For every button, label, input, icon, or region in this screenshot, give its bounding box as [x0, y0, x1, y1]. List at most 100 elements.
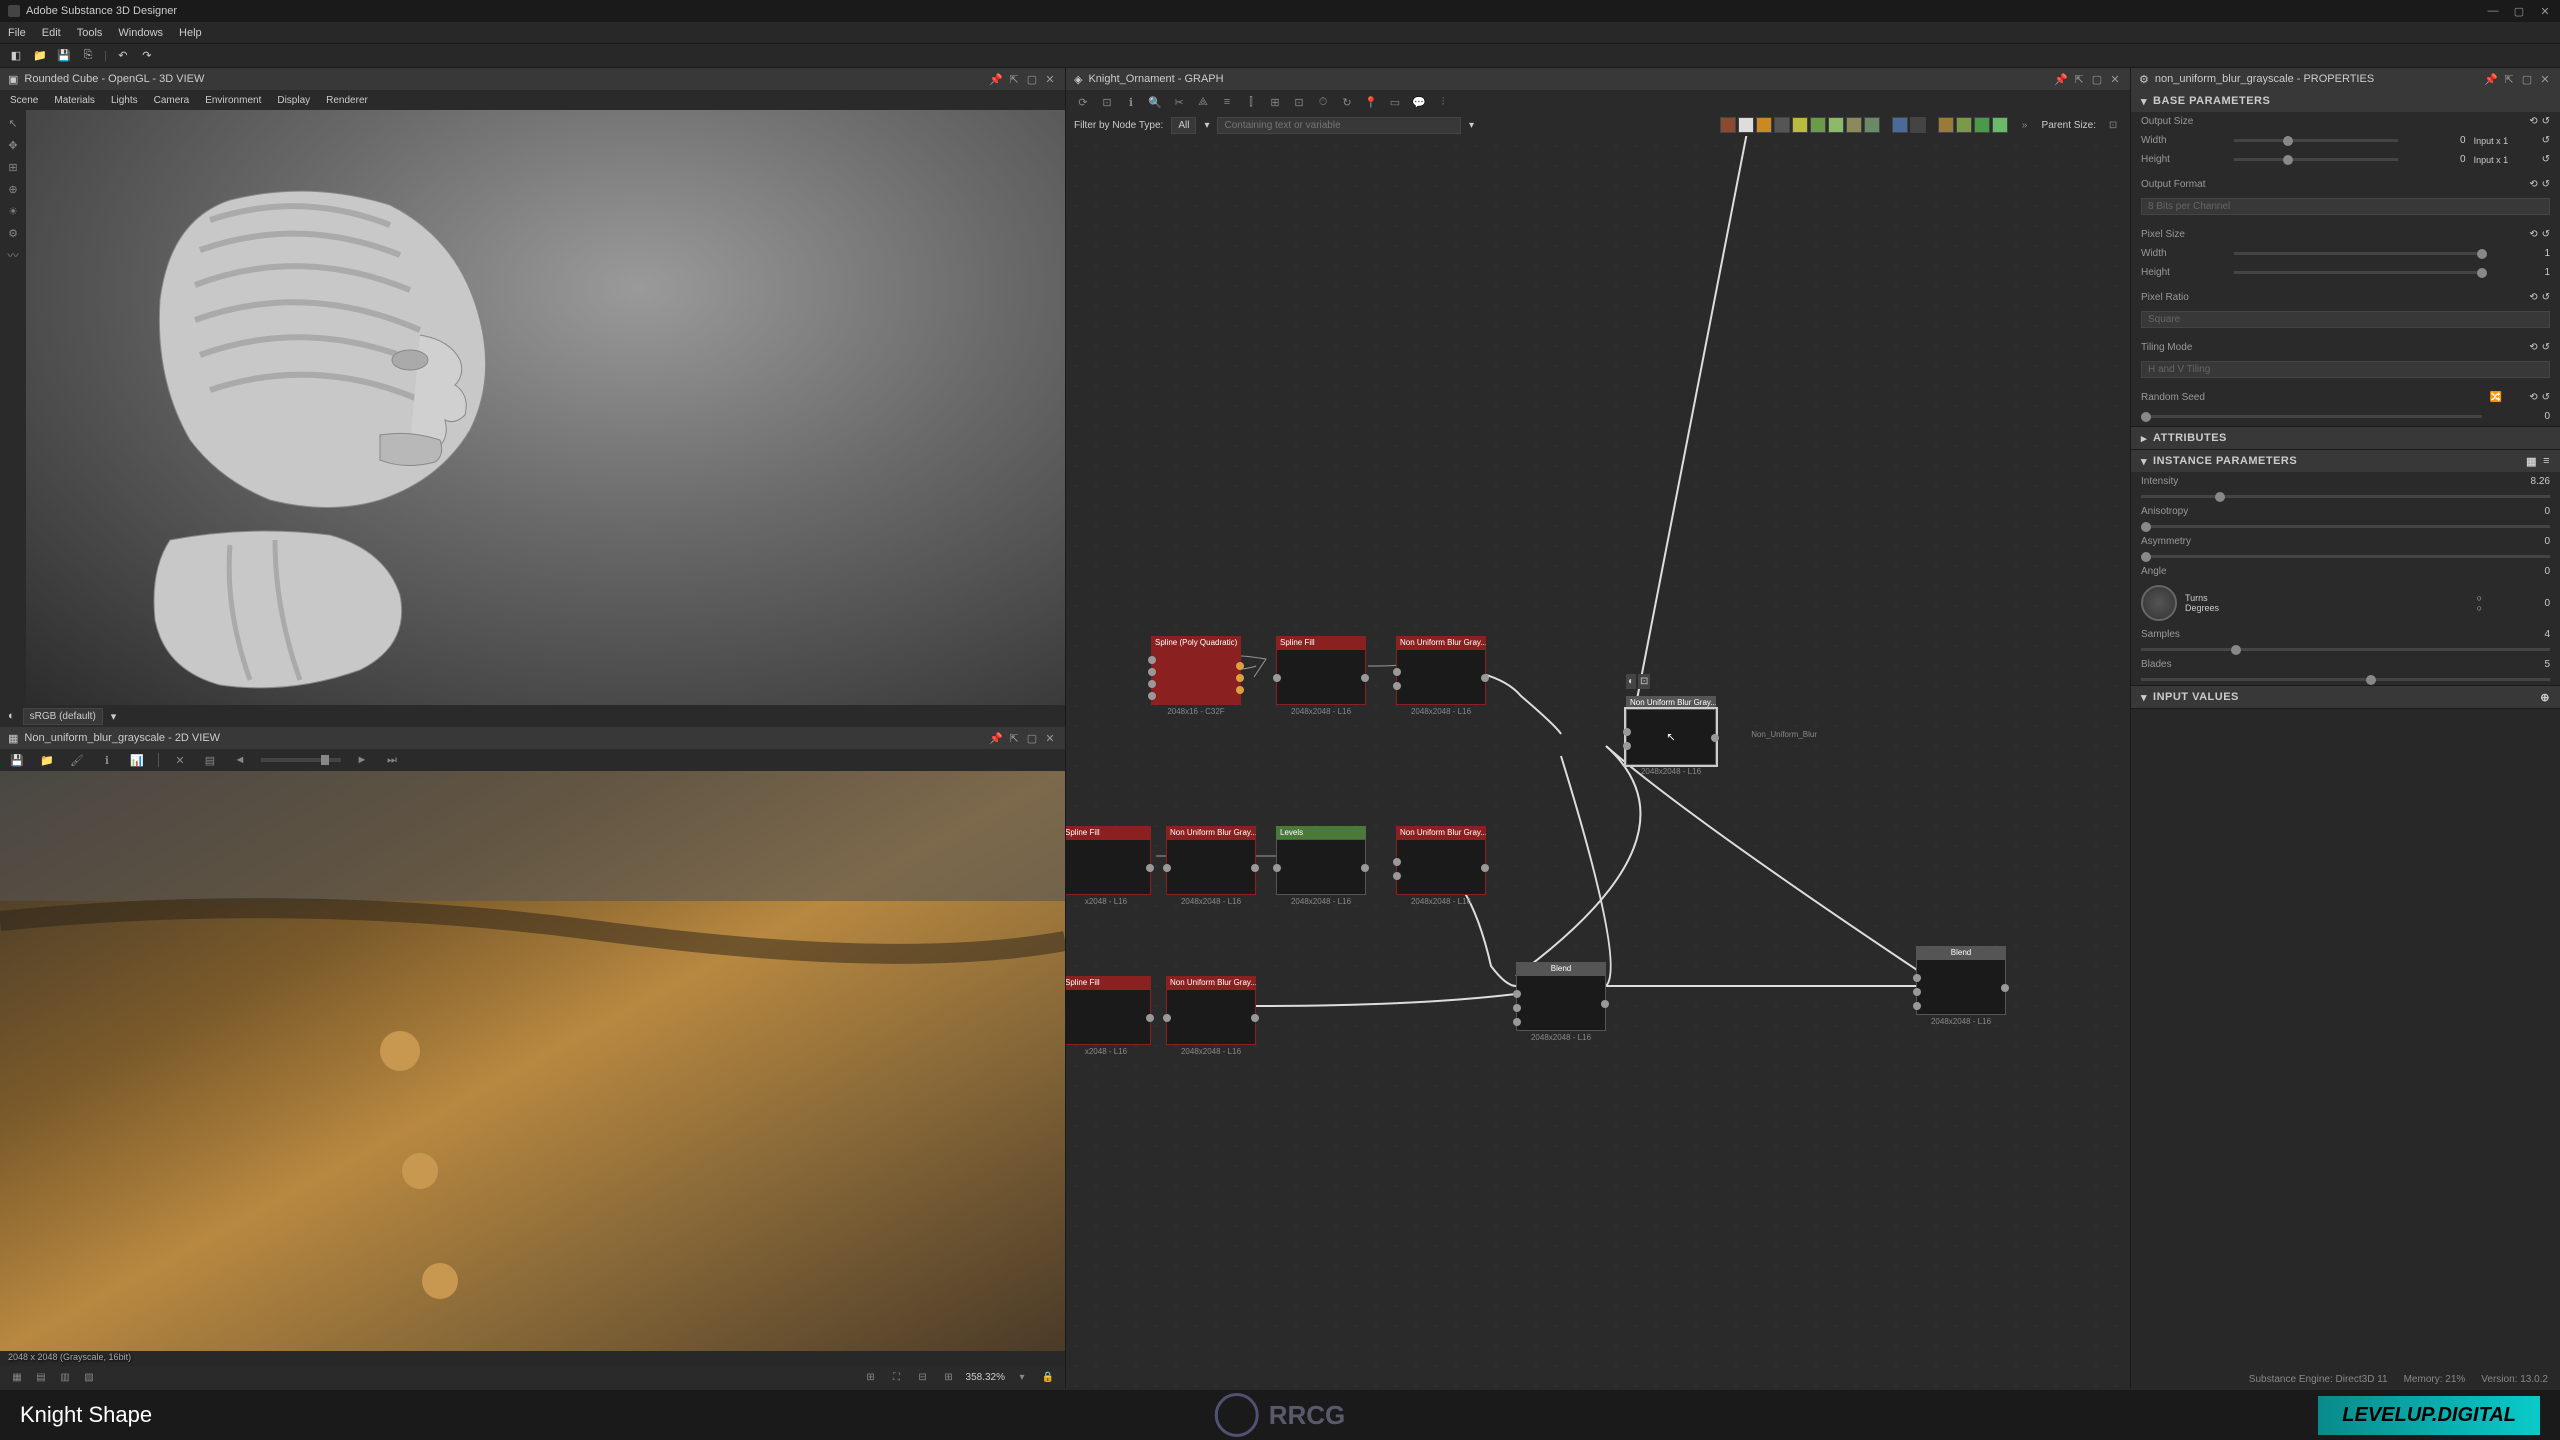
mode-color-3[interactable]	[1756, 117, 1772, 133]
reset-icon[interactable]: ↺	[2542, 292, 2550, 303]
grid-icon[interactable]: ⊞	[1266, 93, 1284, 111]
expand-icon[interactable]: ⇱	[1007, 72, 1021, 86]
grid-icon[interactable]: ⊞	[4, 158, 22, 176]
mode-color-15[interactable]	[1992, 117, 2008, 133]
mode-color-4[interactable]	[1774, 117, 1790, 133]
node-action-icon-1[interactable]: ◐	[1626, 674, 1636, 689]
save-all-icon[interactable]: ⎘	[80, 48, 96, 64]
width-slider[interactable]	[2234, 139, 2398, 142]
mode-color-14[interactable]	[1974, 117, 1990, 133]
close-small-icon[interactable]: ✕	[171, 751, 189, 769]
submenu-lights[interactable]: Lights	[111, 95, 138, 106]
reset-icon[interactable]: ↺	[2542, 116, 2550, 127]
cut-icon[interactable]: ✂	[1170, 93, 1188, 111]
zoom-out-icon[interactable]: ⊟	[914, 1368, 932, 1386]
layer-icon-2[interactable]: ▤	[32, 1368, 50, 1386]
base-params-header[interactable]: ▾ BASE PARAMETERS	[2131, 90, 2560, 112]
channel-icon[interactable]: ▤	[201, 751, 219, 769]
link-icon[interactable]: ⟲	[2529, 179, 2537, 190]
close-icon[interactable]: ✕	[1043, 731, 1057, 745]
input-values-header[interactable]: ▾ INPUT VALUES ⊕	[2131, 686, 2560, 708]
fit-icon[interactable]: ⛶	[888, 1368, 906, 1386]
samples-slider[interactable]	[2141, 648, 2550, 651]
link-icon[interactable]: ↺	[2542, 154, 2550, 165]
menu-windows[interactable]: Windows	[118, 27, 163, 39]
gizmo-icon[interactable]: ✥	[4, 136, 22, 154]
next-icon[interactable]: ►	[353, 751, 371, 769]
maximize-icon[interactable]: ▢	[1025, 731, 1039, 745]
node-levels[interactable]: Levels 2048x2048 - L16	[1276, 826, 1366, 906]
light-icon[interactable]: ☀	[4, 202, 22, 220]
exposure-slider[interactable]	[261, 758, 341, 762]
end-icon[interactable]: ⏭	[383, 751, 401, 769]
link-icon[interactable]: ⟲	[2529, 392, 2537, 403]
more-icon[interactable]: »	[2016, 116, 2034, 134]
mode-color-8[interactable]	[1846, 117, 1862, 133]
node-nonuniform-blur-1[interactable]: Non Uniform Blur Gray... 2048x2048 - L16	[1396, 636, 1486, 716]
node-nonuniform-blur-2[interactable]: Non Uniform Blur Gray... 2048x2048 - L16	[1166, 826, 1256, 906]
height-slider[interactable]	[2234, 158, 2398, 161]
close-icon[interactable]: ✕	[2108, 72, 2122, 86]
new-icon[interactable]: ◧	[8, 48, 24, 64]
node-spline-fill-3[interactable]: Spline Fill x2048 - L16	[1066, 976, 1151, 1056]
shuffle-icon[interactable]: 🔀	[2490, 392, 2502, 403]
list-icon[interactable]: ≡	[2543, 455, 2550, 467]
tiling-mode-select[interactable]: H and V Tiling	[2141, 361, 2550, 378]
node-blend-2[interactable]: Blend 2048x2048 - L16	[1916, 946, 2006, 1026]
submenu-scene[interactable]: Scene	[10, 95, 38, 106]
lock-icon[interactable]: 🔒	[1039, 1368, 1057, 1386]
settings-icon[interactable]: ⚙	[4, 224, 22, 242]
menu-file[interactable]: File	[8, 27, 26, 39]
window-close-icon[interactable]: ✕	[2538, 4, 2552, 18]
node-spline-fill-2[interactable]: Spline Fill x2048 - L16	[1066, 826, 1151, 906]
colorspace-select[interactable]: sRGB (default)	[23, 708, 103, 725]
open-icon[interactable]: 📁	[32, 48, 48, 64]
maximize-icon[interactable]: ▢	[2090, 72, 2104, 86]
timing-icon[interactable]: ⏱	[1314, 93, 1332, 111]
pixel-height-slider[interactable]	[2234, 271, 2482, 274]
add-icon[interactable]: ⊕	[2540, 691, 2550, 704]
pin-icon[interactable]: 📌	[989, 731, 1003, 745]
close-icon[interactable]: ✕	[1043, 72, 1057, 86]
mode-color-10[interactable]	[1892, 117, 1908, 133]
2d-viewport[interactable]: 2048 x 2048 (Grayscale, 16bit)	[0, 771, 1065, 1366]
layer-icon-4[interactable]: ▧	[80, 1368, 98, 1386]
3d-viewport[interactable]: ↖ ✥ ⊞ ⊕ ☀ ⚙ 〰	[0, 110, 1065, 705]
maximize-icon[interactable]: ▢	[1025, 72, 1039, 86]
mode-color-12[interactable]	[1938, 117, 1954, 133]
node-blend-1[interactable]: Blend 2048x2048 - L16	[1516, 962, 1606, 1042]
folder-icon[interactable]: 📁	[38, 751, 56, 769]
dropdown-icon[interactable]: ▾	[1013, 1368, 1031, 1386]
close-icon[interactable]: ✕	[2538, 72, 2552, 86]
expand-icon[interactable]: ⇱	[1007, 731, 1021, 745]
reset-icon[interactable]: ↺	[2542, 229, 2550, 240]
menu-edit[interactable]: Edit	[42, 27, 61, 39]
intensity-slider[interactable]	[2141, 495, 2550, 498]
layer-icon-3[interactable]: ▥	[56, 1368, 74, 1386]
graph-icon[interactable]: 〰	[4, 246, 22, 264]
reset-icon[interactable]: ↺	[2542, 392, 2550, 403]
node-spline-poly-quadratic[interactable]: Spline (Poly Quadratic) 2048x16 - C32F	[1151, 636, 1241, 716]
brush-icon[interactable]: 🖌	[68, 751, 86, 769]
info-icon[interactable]: ℹ	[98, 751, 116, 769]
submenu-renderer[interactable]: Renderer	[326, 95, 368, 106]
mode-color-5[interactable]	[1792, 117, 1808, 133]
expand-icon[interactable]: ⇱	[2502, 72, 2516, 86]
link-icon[interactable]: ⟲	[2529, 229, 2537, 240]
angle-dial[interactable]	[2141, 585, 2177, 621]
pointer-icon[interactable]: ↖	[4, 114, 22, 132]
align-h-icon[interactable]: ≡	[1218, 93, 1236, 111]
node-nonuniform-blur-4[interactable]: Non Uniform Blur Gray... 2048x2048 - L16	[1166, 976, 1256, 1056]
save-image-icon[interactable]: 💾	[8, 751, 26, 769]
undo-icon[interactable]: ↶	[115, 48, 131, 64]
pin-icon[interactable]: 📌	[2054, 72, 2068, 86]
link-icon[interactable]: ⟲	[2529, 292, 2537, 303]
colorspace-icon[interactable]: ◐	[8, 710, 15, 722]
reset-icon[interactable]: ↺	[2542, 342, 2550, 353]
info-icon[interactable]: ℹ	[1122, 93, 1140, 111]
pin-icon[interactable]: 📌	[989, 72, 1003, 86]
menu-tools[interactable]: Tools	[77, 27, 103, 39]
zoom-in-icon[interactable]: ⊞	[940, 1368, 958, 1386]
seed-slider[interactable]	[2141, 415, 2482, 418]
window-minimize-icon[interactable]: —	[2486, 4, 2500, 18]
